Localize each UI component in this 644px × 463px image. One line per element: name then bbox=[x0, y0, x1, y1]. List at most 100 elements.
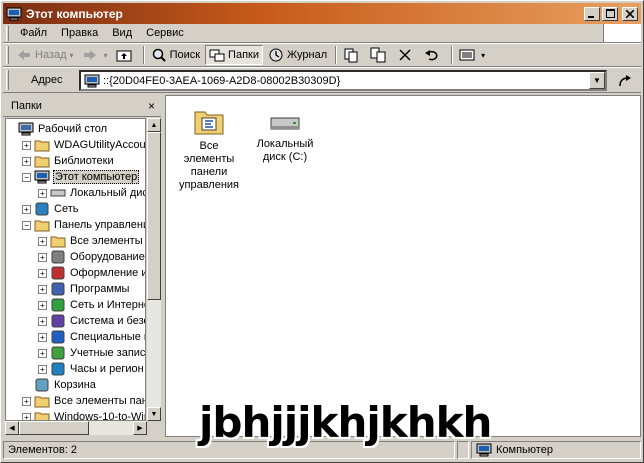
journal-button[interactable]: Журнал bbox=[265, 45, 330, 65]
tree-node-label: Сеть bbox=[54, 203, 79, 215]
collapse-icon[interactable]: − bbox=[22, 172, 31, 182]
address-dropdown-button[interactable]: ▼ bbox=[589, 72, 605, 89]
tree-node-label: Рабочий стол bbox=[38, 123, 108, 135]
tree-node[interactable]: + Все элементы панели управления bbox=[22, 393, 145, 409]
address-grip[interactable] bbox=[6, 70, 9, 90]
scroll-up-button[interactable]: ▲ bbox=[147, 118, 161, 132]
expand-icon[interactable]: + bbox=[22, 156, 31, 166]
tree-node[interactable]: + Часы и регион bbox=[38, 361, 145, 377]
menu-file[interactable]: Файл bbox=[13, 27, 54, 39]
title-bar[interactable]: Этот компьютер bbox=[3, 3, 641, 24]
journal-label: Журнал bbox=[286, 49, 328, 61]
expand-icon[interactable]: + bbox=[38, 300, 47, 310]
expand-icon[interactable]: + bbox=[38, 348, 47, 358]
tree-node[interactable]: + Сеть bbox=[22, 201, 79, 217]
delete-icon bbox=[399, 49, 411, 61]
close-pane-button[interactable]: × bbox=[148, 99, 155, 113]
network-internet-icon bbox=[51, 298, 65, 312]
scroll-left-button[interactable]: ◀ bbox=[5, 421, 19, 435]
control-panel-item[interactable]: Все элементы панели управления bbox=[174, 106, 244, 192]
expand-icon[interactable]: + bbox=[38, 332, 47, 342]
tree-node[interactable]: + Оформление и персонализация bbox=[38, 265, 145, 281]
views-dropdown-icon[interactable]: ▾ bbox=[481, 51, 485, 60]
folder-icon bbox=[34, 396, 50, 408]
back-button[interactable]: Назад ▾ bbox=[13, 45, 77, 65]
tree-node[interactable]: − Этот компьютер bbox=[22, 169, 140, 185]
tree-vertical-scrollbar[interactable]: ▲ ▼ bbox=[147, 118, 161, 421]
back-arrow-icon bbox=[18, 50, 30, 60]
scroll-thumb[interactable] bbox=[147, 132, 161, 300]
minimize-button[interactable] bbox=[584, 6, 600, 21]
tree-horizontal-scrollbar[interactable]: ◀ ▶ bbox=[5, 421, 147, 435]
folders-button[interactable]: Папки bbox=[205, 45, 263, 65]
local-disk-item[interactable]: Локальный диск (C:) bbox=[250, 114, 320, 164]
expand-icon[interactable]: + bbox=[38, 252, 47, 262]
up-button[interactable] bbox=[113, 45, 138, 65]
move-to-icon bbox=[344, 48, 358, 63]
tree-node[interactable]: Рабочий стол bbox=[18, 121, 108, 137]
tree-node[interactable]: + Система и безопасность bbox=[38, 313, 145, 329]
expand-icon[interactable]: + bbox=[38, 284, 47, 294]
expand-icon[interactable]: + bbox=[38, 364, 47, 374]
tree-node[interactable]: + Windows-10-to-Windows bbox=[22, 409, 145, 420]
go-button[interactable] bbox=[615, 71, 635, 91]
expand-icon[interactable]: + bbox=[38, 188, 47, 198]
maximize-button[interactable] bbox=[602, 6, 618, 21]
tree-node-label: Специальные возможности bbox=[70, 331, 145, 343]
tree-node-label: Все элементы панели управления bbox=[70, 235, 145, 247]
undo-button[interactable] bbox=[421, 45, 446, 65]
tree-node[interactable]: + Все элементы панели управления bbox=[38, 233, 145, 249]
tree-node[interactable]: + Сеть и Интернет bbox=[38, 297, 145, 313]
overlay-caption: jbhjjjkhjkhkh bbox=[199, 398, 492, 447]
forward-dropdown-icon[interactable]: ▾ bbox=[104, 51, 108, 60]
folder-tree: Рабочий стол + WDAGUtilityAccount + Библиоте… bbox=[5, 118, 146, 421]
scroll-down-button[interactable]: ▼ bbox=[147, 407, 161, 421]
folders-pane-title: Папки bbox=[11, 99, 42, 112]
menu-tools[interactable]: Сервис bbox=[139, 27, 191, 39]
clock-region-icon bbox=[51, 362, 65, 376]
hardware-icon bbox=[51, 250, 65, 264]
expand-icon[interactable]: + bbox=[38, 236, 47, 246]
tree-node[interactable]: + Специальные возможности bbox=[38, 329, 145, 345]
tree-node[interactable]: + Программы bbox=[38, 281, 130, 297]
move-to-button[interactable] bbox=[340, 45, 365, 65]
forward-button[interactable]: ▾ bbox=[79, 45, 111, 65]
tree-node[interactable]: + Учетные записи пользователей bbox=[38, 345, 145, 361]
tree-node[interactable]: Корзина bbox=[34, 377, 97, 393]
search-button[interactable]: Поиск bbox=[148, 45, 203, 65]
tree-node[interactable]: − Панель управления bbox=[22, 217, 145, 233]
tree-node[interactable]: + WDAGUtilityAccount bbox=[22, 137, 145, 153]
folder-icon bbox=[34, 156, 50, 168]
expand-icon[interactable]: + bbox=[38, 316, 47, 326]
control-panel-item-label: Все элементы панели управления bbox=[179, 140, 239, 191]
expand-icon[interactable]: + bbox=[38, 268, 47, 278]
appearance-icon bbox=[51, 266, 65, 280]
expand-icon[interactable]: + bbox=[22, 140, 31, 150]
drive-icon bbox=[50, 189, 66, 197]
user-accounts-icon bbox=[51, 346, 65, 360]
expand-icon[interactable]: + bbox=[22, 412, 31, 420]
address-field[interactable]: ::{20D04FE0-3AEA-1069-A2D8-08002B30309D}… bbox=[79, 70, 607, 91]
delete-button[interactable] bbox=[394, 45, 419, 65]
tree-node[interactable]: + Локальный диск (C:) bbox=[38, 185, 145, 201]
tree-node[interactable]: + Библиотеки bbox=[22, 153, 115, 169]
close-button[interactable] bbox=[622, 6, 638, 21]
tree-node[interactable]: + Оборудование и звук bbox=[38, 249, 145, 265]
toolbar-grip[interactable] bbox=[6, 46, 9, 64]
back-dropdown-icon[interactable]: ▾ bbox=[70, 51, 74, 60]
folder-up-icon bbox=[116, 50, 132, 62]
expand-icon[interactable]: + bbox=[22, 396, 31, 406]
drive-icon bbox=[270, 117, 300, 130]
copy-to-button[interactable] bbox=[367, 45, 392, 65]
collapse-icon[interactable]: − bbox=[22, 220, 31, 230]
menu-view[interactable]: Вид bbox=[105, 27, 139, 39]
menu-grip[interactable] bbox=[6, 25, 9, 41]
programs-icon bbox=[51, 282, 65, 296]
address-label: Адрес bbox=[31, 74, 63, 86]
views-button[interactable]: ▾ bbox=[456, 45, 488, 65]
copy-to-icon bbox=[370, 47, 386, 63]
menu-edit[interactable]: Правка bbox=[54, 27, 105, 39]
scroll-right-button[interactable]: ▶ bbox=[133, 421, 147, 435]
hscroll-thumb[interactable] bbox=[19, 421, 89, 435]
expand-icon[interactable]: + bbox=[22, 204, 31, 214]
